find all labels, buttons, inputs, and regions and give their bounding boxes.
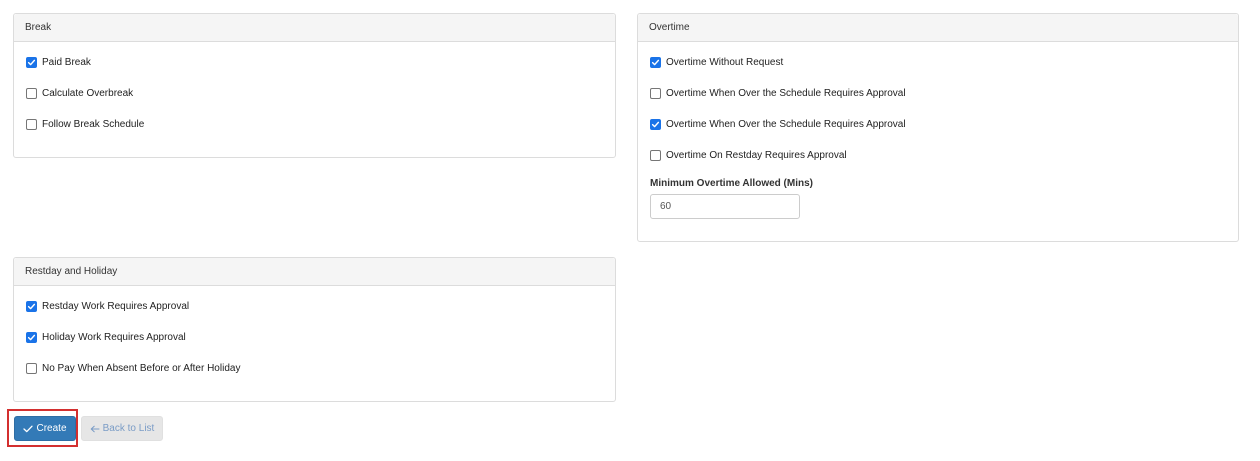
check-icon	[23, 425, 34, 433]
overtime-over-schedule-label-1: Overtime When Over the Schedule Requires…	[666, 87, 906, 99]
overtime-without-request-checkbox[interactable]	[650, 56, 661, 68]
paid-break-checkbox[interactable]	[26, 56, 37, 68]
paid-break-option[interactable]: Paid Break	[26, 55, 91, 69]
overtime-restday-checkbox[interactable]	[650, 149, 661, 161]
no-pay-absent-holiday-label: No Pay When Absent Before or After Holid…	[42, 362, 241, 374]
overtime-panel: Overtime Overtime Without Request Overti…	[637, 13, 1239, 242]
paid-break-label: Paid Break	[42, 56, 91, 68]
create-button[interactable]: Create	[14, 416, 76, 441]
overtime-restday-label: Overtime On Restday Requires Approval	[666, 149, 847, 161]
holiday-work-approval-checkbox[interactable]	[26, 331, 37, 343]
overtime-without-request-label: Overtime Without Request	[666, 56, 784, 68]
restday-work-approval-checkbox[interactable]	[26, 300, 37, 312]
restday-work-approval-label: Restday Work Requires Approval	[42, 300, 190, 312]
restday-holiday-panel-title: Restday and Holiday	[14, 258, 615, 286]
overtime-over-schedule-checkbox-1[interactable]	[650, 87, 661, 99]
back-to-list-button[interactable]: Back to List	[81, 416, 163, 441]
holiday-work-approval-option[interactable]: Holiday Work Requires Approval	[26, 330, 186, 344]
no-pay-absent-holiday-checkbox[interactable]	[26, 362, 37, 374]
break-panel-title: Break	[14, 14, 615, 42]
min-overtime-input[interactable]	[650, 194, 800, 219]
create-button-label: Create	[36, 423, 67, 434]
overtime-over-schedule-option-2[interactable]: Overtime When Over the Schedule Requires…	[650, 117, 906, 131]
overtime-over-schedule-option-1[interactable]: Overtime When Over the Schedule Requires…	[650, 86, 906, 100]
restday-holiday-panel: Restday and Holiday Restday Work Require…	[13, 257, 616, 402]
overtime-over-schedule-checkbox-2[interactable]	[650, 118, 661, 130]
back-to-list-label: Back to List	[102, 423, 155, 434]
no-pay-absent-holiday-option[interactable]: No Pay When Absent Before or After Holid…	[26, 361, 240, 375]
follow-break-schedule-label: Follow Break Schedule	[42, 118, 145, 130]
calculate-overbreak-label: Calculate Overbreak	[42, 87, 134, 99]
follow-break-schedule-option[interactable]: Follow Break Schedule	[26, 117, 144, 131]
overtime-without-request-option[interactable]: Overtime Without Request	[650, 55, 783, 69]
overtime-panel-title: Overtime	[638, 14, 1238, 42]
overtime-restday-option[interactable]: Overtime On Restday Requires Approval	[650, 148, 847, 162]
arrow-left-icon	[90, 425, 100, 433]
calculate-overbreak-checkbox[interactable]	[26, 87, 37, 99]
break-panel: Break Paid Break Calculate Overbreak Fol…	[13, 13, 616, 158]
holiday-work-approval-label: Holiday Work Requires Approval	[42, 331, 186, 343]
calculate-overbreak-option[interactable]: Calculate Overbreak	[26, 86, 133, 100]
overtime-over-schedule-label-2: Overtime When Over the Schedule Requires…	[666, 118, 906, 130]
min-overtime-label: Minimum Overtime Allowed (Mins)	[650, 178, 813, 189]
follow-break-schedule-checkbox[interactable]	[26, 118, 37, 130]
restday-work-approval-option[interactable]: Restday Work Requires Approval	[26, 299, 189, 313]
